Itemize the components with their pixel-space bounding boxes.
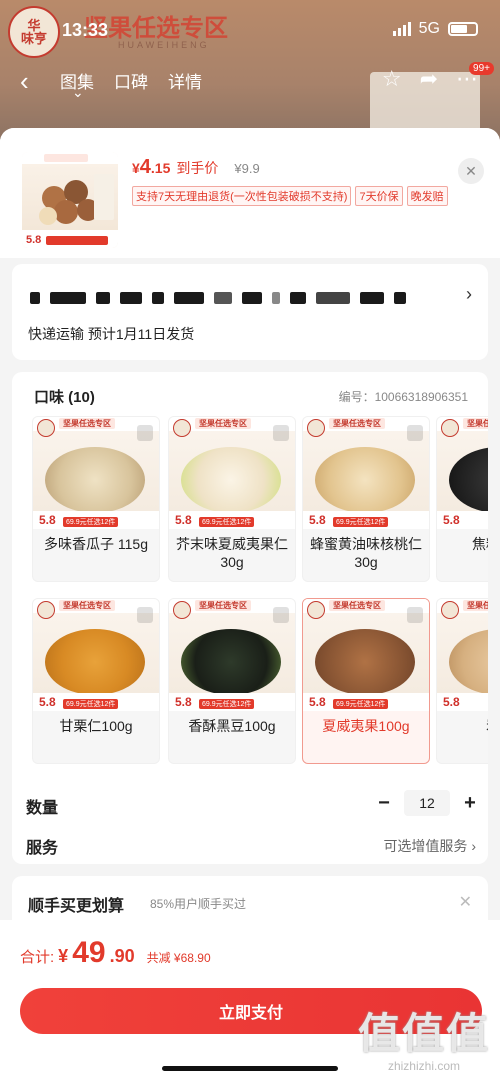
product-tabs: 图集 口碑 详情 <box>60 68 202 101</box>
back-icon[interactable]: ‹ <box>20 66 29 97</box>
quantity-label: 数量 <box>26 800 59 817</box>
status-indicators: 5G <box>392 20 478 38</box>
status-time: 13:33 <box>62 20 109 40</box>
macadamia-image: 5.8 <box>22 152 118 248</box>
chevron-right-icon: › <box>471 838 476 854</box>
flavor-title: 口味 (10) <box>34 389 95 406</box>
product-page-header: 华味亨 坚果任选专区 HUAWEIHENG 13:33 5G ‹ 图集 口碑 详… <box>0 0 500 142</box>
option-label: 焦糖味瓜 <box>472 536 488 552</box>
minus-icon[interactable]: − <box>374 792 394 815</box>
zoom-icon[interactable] <box>137 425 153 441</box>
total-decimal: .90 <box>109 946 135 966</box>
close-icon[interactable]: ✕ <box>458 158 484 184</box>
watermark: 值值值 zhizhizhi.com <box>358 1000 490 1073</box>
address-card[interactable]: › 快递运输 预计1月11日发货 <box>12 264 488 360</box>
option-wasabi-macadamia[interactable]: 坚果任选专区 5.8 69.9元任选12件 芥末味夏威夷果仁30g <box>168 416 296 582</box>
service-value: 可选增值服务 › <box>383 838 476 854</box>
product-thumbnail[interactable]: 5.8 <box>22 152 118 248</box>
watermark-url: zhizhizhi.com <box>387 1059 460 1073</box>
tab-reviews[interactable]: 口碑 <box>114 68 148 93</box>
total-price: 合计: ¥ 49 .90 共减 ¥68.90 <box>20 936 211 970</box>
option-charcoal[interactable]: 坚果任选专区5.8 炭烧 <box>436 598 488 764</box>
tab-details[interactable]: 详情 <box>168 68 202 93</box>
option-sunflower-seeds[interactable]: 坚果任选专区 5.8 69.9元任选12件 多味香瓜子 115g <box>32 416 160 582</box>
option-image: 坚果任选专区 5.8 69.9元任选12件 <box>33 599 159 711</box>
quantity-row: 数量 − 12 + <box>26 790 486 820</box>
original-price: ¥9.9 <box>234 161 260 176</box>
option-label: 夏威夷果100g <box>322 718 410 734</box>
option-label: 芥末味夏威夷果仁30g <box>176 536 288 570</box>
current-price: ¥4.15 <box>132 156 171 178</box>
upsell-subtitle: 85%用户顺手买过 <box>150 897 247 911</box>
option-image: 坚果任选专区 5.8 69.9元任选12件 <box>303 417 429 529</box>
favorite-icon[interactable]: ☆ <box>382 66 402 92</box>
price-row: ¥4.15 到手价 ¥9.9 <box>132 156 260 179</box>
option-image: 坚果任选专区5.8 <box>437 417 488 529</box>
option-label: 多味香瓜子 115g <box>44 536 148 552</box>
flavor-selector: 口味 (10) 编号：10066318906351 坚果任选专区 5.8 69.9元… <box>12 372 488 864</box>
zoom-icon[interactable] <box>407 425 423 441</box>
message-badge: 99+ <box>469 62 494 75</box>
battery-icon <box>448 22 478 36</box>
brand-logo: 华味亨 <box>8 6 60 58</box>
svg-text:5.8: 5.8 <box>26 234 41 246</box>
total-label: 合计: <box>20 949 55 966</box>
tag-return: 支持7天无理由退货(一次性包装破损不支持) <box>132 186 352 206</box>
option-image: 坚果任选专区 5.8 69.9元任选12件 <box>33 417 159 529</box>
upsell-title: 顺手买更划算 <box>28 898 125 915</box>
option-label: 蜂蜜黄油味核桃仁30g <box>310 536 422 570</box>
price-label: 到手价 <box>176 160 219 176</box>
total-currency: ¥ <box>58 946 69 966</box>
quantity-input[interactable]: 12 <box>404 790 450 816</box>
option-honey-walnut[interactable]: 坚果任选专区 5.8 69.9元任选12件 蜂蜜黄油味核桃仁30g <box>302 416 430 582</box>
service-tags: 支持7天无理由退货(一次性包装破损不支持) 7天价保 晚发赔 <box>132 186 452 206</box>
option-label: 甘栗仁100g <box>59 718 133 734</box>
service-label: 服务 <box>26 840 59 857</box>
option-chestnut[interactable]: 坚果任选专区 5.8 69.9元任选12件 甘栗仁100g <box>32 598 160 764</box>
zoom-icon[interactable] <box>407 607 423 623</box>
option-image: 坚果任选专区 5.8 69.9元任选12件 <box>169 599 295 711</box>
option-image: 坚果任选专区 5.8 69.9元任选12件 <box>303 599 429 711</box>
option-label: 炭烧 <box>437 711 488 735</box>
option-label: 香酥黑豆100g <box>188 718 276 734</box>
option-black-beans[interactable]: 坚果任选专区 5.8 69.9元任选12件 香酥黑豆100g <box>168 598 296 764</box>
home-indicator <box>162 1066 338 1071</box>
total-amount: 49 <box>72 936 106 969</box>
tab-gallery[interactable]: 图集 <box>60 68 94 101</box>
plus-icon[interactable]: + <box>460 792 480 815</box>
option-caramel-seeds[interactable]: 坚果任选专区5.8 焦糖味瓜 <box>436 416 488 582</box>
nav-actions: ☆ ➦ ⋯ <box>382 66 478 92</box>
signal-icon <box>392 22 411 36</box>
checkout-bar: 合计: ¥ 49 .90 共减 ¥68.90 立即支付 值值值 zhizhizh… <box>0 920 500 1082</box>
close-icon[interactable]: ✕ <box>459 892 472 912</box>
zoom-icon[interactable] <box>137 607 153 623</box>
zoom-icon[interactable] <box>273 425 289 441</box>
tag-late-compensation: 晚发赔 <box>406 186 448 206</box>
option-image: 坚果任选专区5.8 <box>437 599 488 711</box>
address-redacted <box>30 290 450 306</box>
quantity-stepper: − 12 + <box>374 790 480 816</box>
chevron-right-icon[interactable]: › <box>466 284 472 305</box>
sku-code: 编号：10066318906351 <box>338 390 468 404</box>
share-icon[interactable]: ➦ <box>420 66 438 92</box>
option-image: 坚果任选专区 5.8 69.9元任选12件 <box>169 417 295 529</box>
product-summary: 5.8 ¥4.15 到手价 ¥9.9 支持7天无理由退货(一次性包装破损不支持)… <box>0 128 500 258</box>
service-row[interactable]: 服务 可选增值服务 › <box>26 830 486 860</box>
option-macadamia-selected[interactable]: 坚果任选专区 5.8 69.9元任选12件 夏威夷果100g <box>302 598 430 764</box>
watermark-logo: 值值值 <box>357 1010 490 1057</box>
header-subtitle: HUAWEIHENG <box>118 40 210 50</box>
shipping-info: 快递运输 预计1月11日发货 <box>28 326 195 342</box>
tag-price-protect: 7天价保 <box>355 186 403 206</box>
discount-total: 共减 ¥68.90 <box>146 951 211 965</box>
network-label: 5G <box>418 20 440 37</box>
zoom-icon[interactable] <box>273 607 289 623</box>
